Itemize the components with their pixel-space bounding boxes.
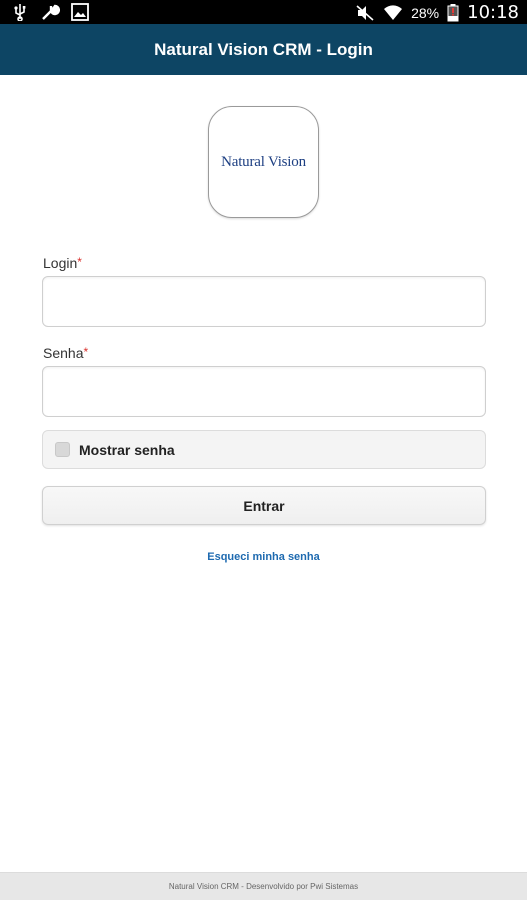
login-input[interactable] [42,276,486,327]
status-bar: 28% 10:18 [0,0,527,24]
show-password-row[interactable]: Mostrar senha [42,430,486,469]
senha-label-text: Senha [43,345,84,361]
wifi-icon [384,4,403,20]
required-mark: * [77,255,82,269]
show-password-label: Mostrar senha [79,441,175,458]
entrar-button[interactable]: Entrar [42,486,486,525]
app-header: Natural Vision CRM - Login [0,24,527,75]
status-bar-right-icons: 28% 10:18 [355,2,519,23]
image-icon [71,3,89,21]
wrench-icon [42,4,60,20]
footer: Natural Vision CRM - Desenvolvido por Pw… [0,872,527,900]
login-label-text: Login [43,255,78,271]
clock: 10:18 [467,2,519,23]
mute-icon [356,4,374,21]
page-title: Natural Vision CRM - Login [154,39,373,59]
senha-input[interactable] [42,366,486,417]
footer-text: Natural Vision CRM - Desenvolvido por Pw… [168,882,359,891]
logo: Natural Vision [208,106,319,218]
required-mark: * [83,345,89,359]
battery-icon [447,3,459,21]
battery-percentage: 28% [411,4,440,21]
status-bar-left-icons [10,3,90,21]
senha-label: Senha* [43,345,88,361]
login-label: Login* [43,255,82,271]
forgot-password-link[interactable]: Esqueci minha senha [0,551,527,563]
logo-text: Natural Vision [221,153,306,170]
usb-icon [14,4,26,21]
show-password-checkbox[interactable] [55,442,70,457]
